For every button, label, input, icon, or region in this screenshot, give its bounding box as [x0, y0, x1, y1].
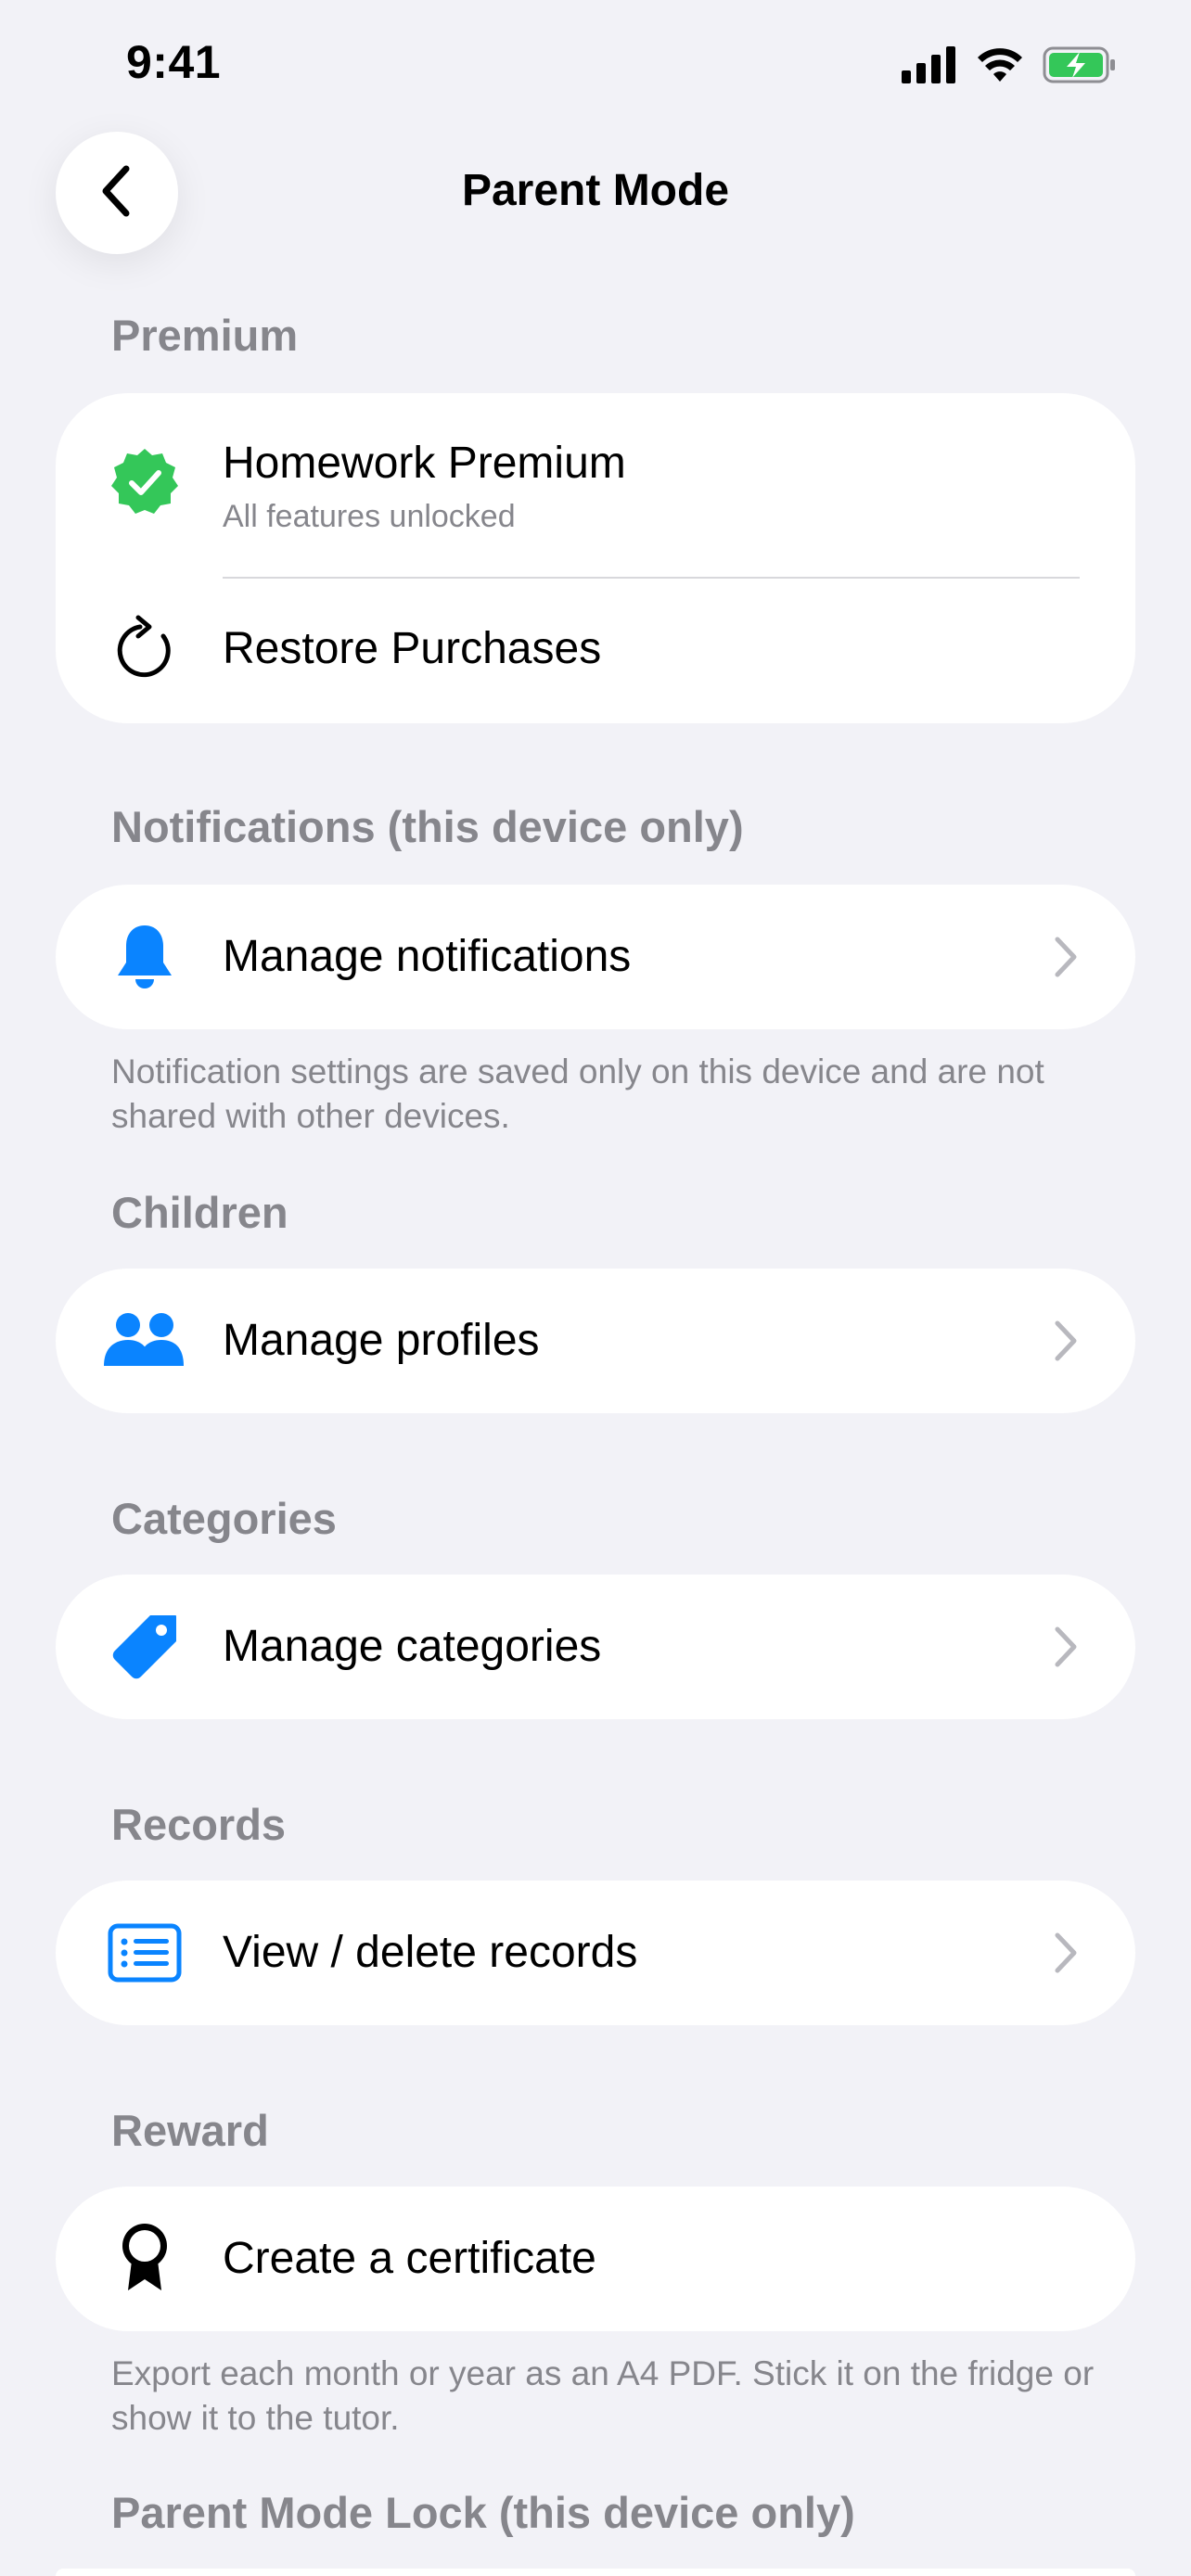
manage-profiles-label: Manage profiles — [223, 1316, 540, 1365]
bell-icon — [108, 920, 182, 994]
page-title: Parent Mode — [461, 166, 730, 215]
manage-notifications-label: Manage notifications — [223, 932, 632, 981]
tag-icon — [108, 1610, 182, 1684]
premium-title: Homework Premium — [223, 439, 626, 488]
manage-categories-label: Manage categories — [223, 1622, 602, 1671]
section-header-children: Children — [111, 1188, 288, 1237]
section-header-records: Records — [111, 1800, 287, 1849]
chevron-right-icon — [1052, 1318, 1080, 1364]
premium-subtitle: All features unlocked — [223, 499, 516, 534]
status-icons — [902, 46, 1117, 88]
section-header-premium: Premium — [111, 311, 299, 360]
chevron-right-icon — [1052, 934, 1080, 980]
chevron-right-icon — [1052, 1624, 1080, 1670]
manage-categories-row[interactable]: Manage categories — [56, 1575, 1135, 1719]
list-icon — [108, 1916, 182, 1990]
chevron-right-icon — [1052, 1930, 1080, 1976]
wifi-icon — [976, 46, 1024, 88]
create-certificate-label: Create a certificate — [223, 2234, 596, 2283]
view-delete-records-label: View / delete records — [223, 1928, 638, 1977]
premium-card: Homework Premium All features unlocked R… — [56, 393, 1135, 723]
section-header-notifications: Notifications (this device only) — [111, 802, 744, 851]
restore-purchases-row[interactable]: Restore Purchases — [56, 579, 1135, 723]
section-header-lock: Parent Mode Lock (this device only) — [111, 2488, 855, 2537]
manage-notifications-row[interactable]: Manage notifications — [56, 885, 1135, 1029]
status-bar: 9:41 — [0, 0, 1191, 130]
premium-status-row: Homework Premium All features unlocked — [56, 393, 1135, 579]
restore-icon — [108, 614, 182, 688]
notifications-footnote: Notification settings are saved only on … — [111, 1052, 1044, 1135]
restore-purchases-label: Restore Purchases — [223, 624, 602, 673]
lock-card — [56, 2569, 1135, 2576]
people-icon — [102, 1304, 186, 1378]
award-icon — [108, 2220, 182, 2294]
battery-charging-icon — [1043, 46, 1117, 88]
section-header-reward: Reward — [111, 2106, 269, 2155]
cellular-signal-icon — [902, 46, 957, 88]
verified-badge-icon — [108, 445, 182, 519]
status-time: 9:41 — [126, 36, 222, 88]
view-delete-records-row[interactable]: View / delete records — [56, 1881, 1135, 2025]
section-header-categories: Categories — [111, 1494, 337, 1543]
reward-footnote: Export each month or year as an A4 PDF. … — [111, 2354, 1095, 2437]
manage-profiles-row[interactable]: Manage profiles — [56, 1269, 1135, 1413]
create-certificate-row[interactable]: Create a certificate — [56, 2187, 1135, 2331]
